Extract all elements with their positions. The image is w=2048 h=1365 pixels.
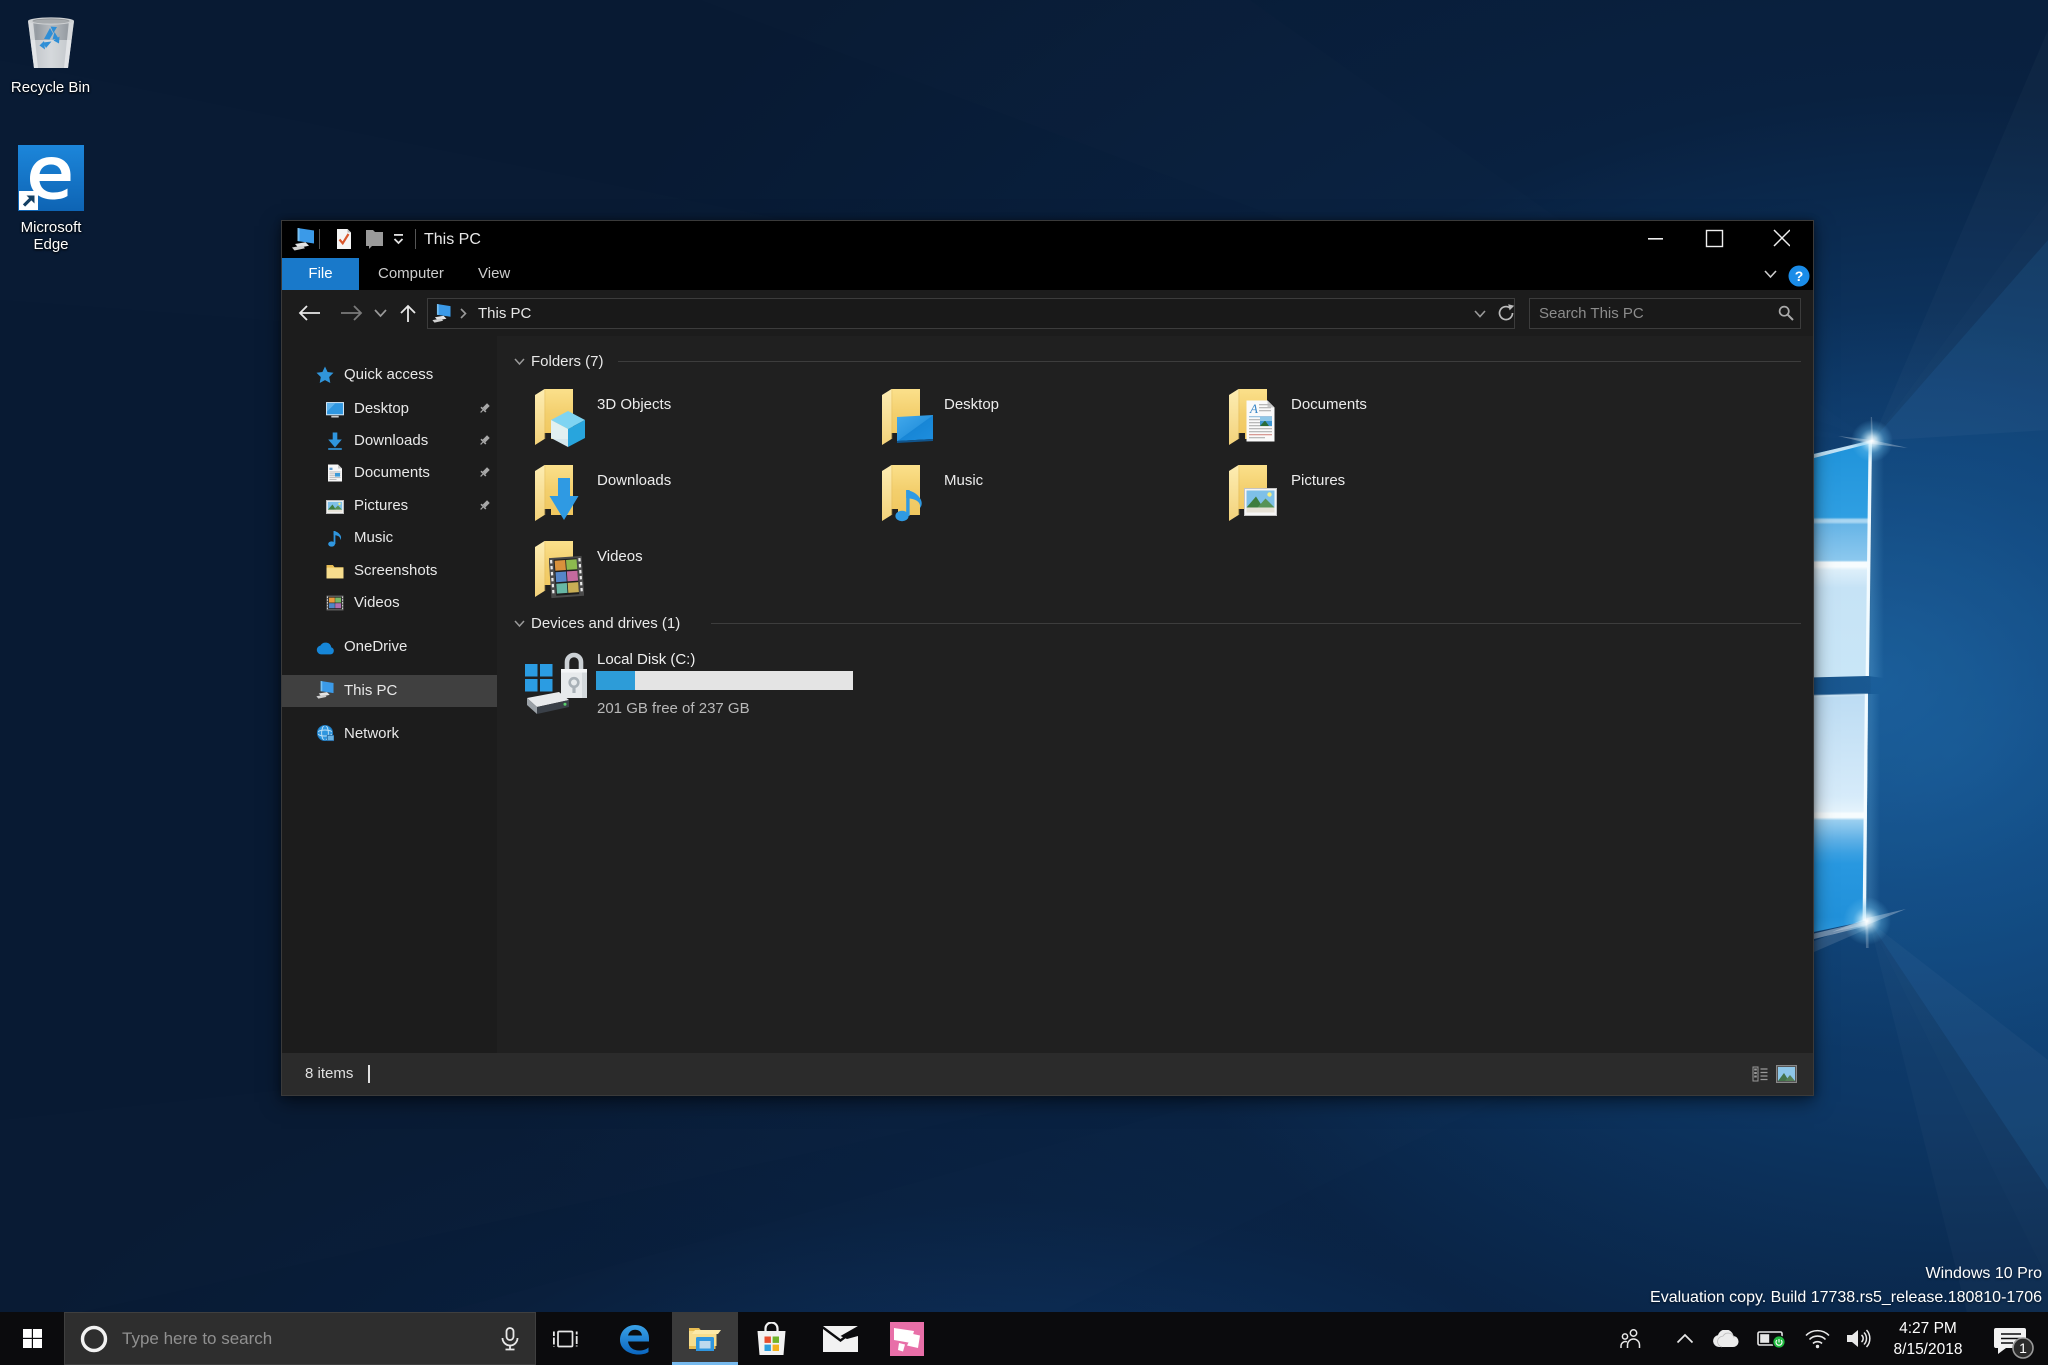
svg-text:1: 1: [2019, 1340, 2027, 1356]
svg-text:A: A: [1249, 401, 1258, 416]
svg-text:?: ?: [1795, 268, 1804, 284]
